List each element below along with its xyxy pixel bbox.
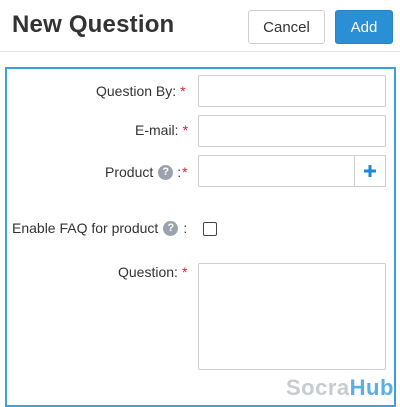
required-marker: * bbox=[182, 122, 189, 138]
add-button[interactable]: Add bbox=[335, 10, 393, 44]
question-by-input[interactable] bbox=[198, 75, 386, 107]
required-marker: * bbox=[181, 264, 188, 280]
product-label-text: Product bbox=[105, 164, 154, 180]
enable-faq-label-text: Enable FAQ for product bbox=[12, 220, 159, 236]
question-label-text: Question: bbox=[118, 264, 178, 280]
question-textarea[interactable] bbox=[198, 263, 386, 370]
product-colon: : bbox=[177, 164, 182, 180]
question-label: Question: * bbox=[118, 264, 187, 280]
watermark-part1: Socra bbox=[286, 375, 350, 400]
email-label-text: E-mail: bbox=[135, 122, 179, 138]
page-header: New Question Cancel Add bbox=[0, 0, 400, 52]
watermark-part2: Hub bbox=[349, 375, 394, 400]
product-label: Product ? : * bbox=[105, 164, 188, 180]
question-circle-icon[interactable]: ? bbox=[158, 164, 174, 180]
enable-faq-checkbox[interactable] bbox=[203, 222, 217, 236]
enable-faq-label: Enable FAQ for product ? : bbox=[12, 220, 187, 236]
cancel-button[interactable]: Cancel bbox=[248, 10, 325, 44]
add-product-button[interactable] bbox=[354, 155, 386, 187]
enable-faq-colon: : bbox=[183, 220, 188, 236]
required-marker: * bbox=[180, 83, 186, 99]
socrahub-watermark: SocraHub bbox=[286, 375, 394, 401]
page-title: New Question bbox=[12, 11, 175, 38]
question-by-label-text: Question By: bbox=[96, 83, 177, 99]
required-marker: * bbox=[182, 164, 188, 180]
plus-icon bbox=[364, 165, 376, 177]
email-field[interactable] bbox=[198, 115, 386, 147]
question-by-label: Question By: * bbox=[96, 83, 186, 99]
product-input[interactable] bbox=[198, 155, 355, 187]
question-circle-icon[interactable]: ? bbox=[163, 220, 179, 236]
email-label: E-mail: * bbox=[135, 122, 188, 138]
